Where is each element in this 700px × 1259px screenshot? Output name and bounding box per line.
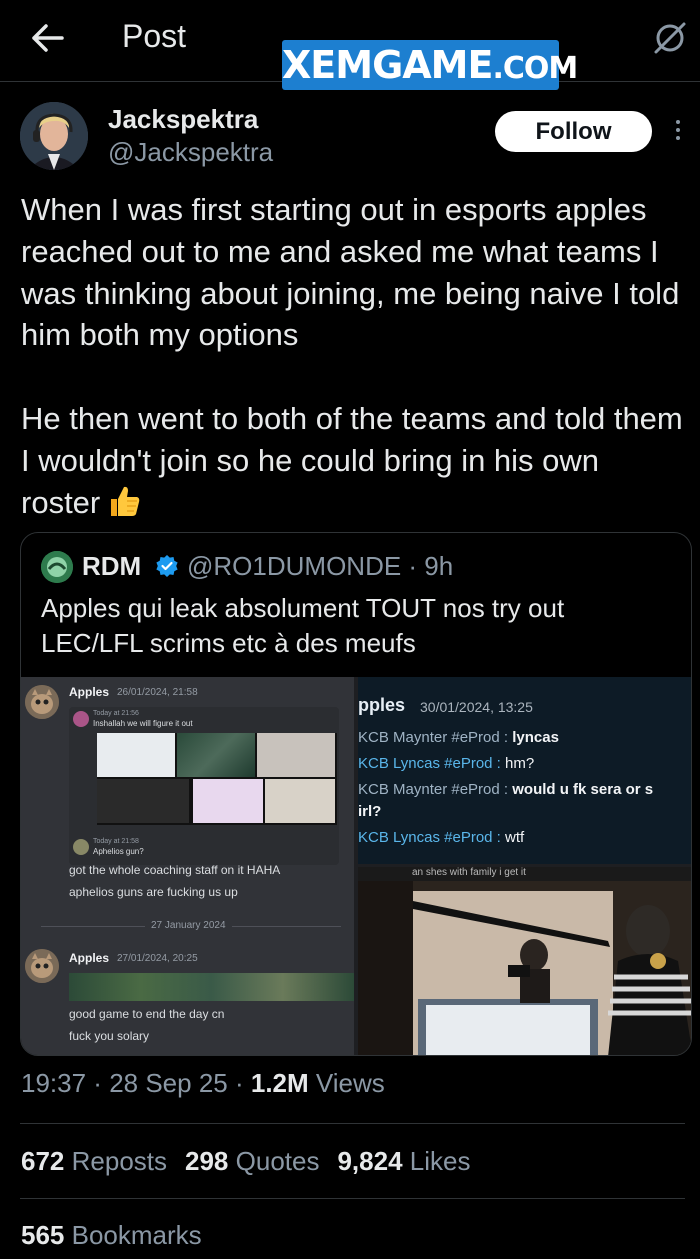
- post-text: When I was first starting out in esports…: [21, 189, 686, 523]
- discord-avatar: [25, 685, 59, 719]
- author-avatar[interactable]: [20, 102, 88, 170]
- discord-game-banner: [69, 973, 354, 1001]
- chat-date: 30/01/2024, 13:25: [420, 699, 533, 715]
- quote-handle-time: @RO1DUMONDE · 9h: [187, 551, 454, 581]
- author-display-name[interactable]: Jackspektra: [108, 104, 258, 135]
- embed-time-1: Today at 21:56: [93, 710, 139, 717]
- post-stats: 672 Reposts 298 Quotes 9,824 Likes: [21, 1146, 470, 1177]
- quote-media-grid[interactable]: Apples 26/01/2024, 21:58 Today at 21:56 …: [21, 677, 691, 1055]
- discord-msg-2b: fuck you solary: [69, 1029, 150, 1043]
- quotes-stat[interactable]: 298 Quotes: [185, 1146, 319, 1176]
- chat-line: KCB Lyncas #eProd : hm?: [358, 755, 535, 772]
- divider: [20, 1198, 685, 1199]
- embed-video-grid: [97, 733, 337, 825]
- embed-line-2: Aphelios gun?: [93, 847, 144, 856]
- media-discord-screenshot[interactable]: Apples 26/01/2024, 21:58 Today at 21:56 …: [21, 677, 354, 1055]
- quoted-post[interactable]: RDM @RO1DUMONDE · 9h Apples qui leak abs…: [20, 532, 692, 1056]
- back-arrow-icon[interactable]: [28, 20, 68, 56]
- top-bar: Post XEMGAME.COM: [0, 0, 700, 90]
- post-meta: 19:37 · 28 Sep 25 · 1.2M Views: [21, 1068, 385, 1098]
- divider: [20, 1123, 685, 1124]
- quote-author-name: RDM: [82, 551, 142, 581]
- verified-badge-icon: [155, 554, 179, 578]
- photo-caption: an shes with family i get it: [412, 867, 526, 878]
- discord-time-2: 27/01/2024, 20:25: [117, 953, 198, 964]
- page-title: Post: [122, 18, 187, 54]
- post-time: 19:37: [21, 1068, 87, 1098]
- discord-author-1: Apples: [69, 685, 110, 699]
- discord-author-2: Apples: [69, 951, 110, 965]
- discord-msg-1b: aphelios guns are fucking us up: [69, 885, 238, 899]
- chat-line: KCB Lyncas #eProd : wtf: [358, 829, 525, 846]
- chat-line: KCB Maynter #eProd : would u fk sera or …: [358, 781, 654, 798]
- quote-author-avatar[interactable]: [41, 551, 73, 583]
- discord-date-label: 27 January 2024: [145, 920, 232, 931]
- discord-time-1: 26/01/2024, 21:58: [117, 687, 198, 698]
- embed-avatar-2: [73, 839, 89, 855]
- discord-avatar-2: [25, 949, 59, 983]
- views-label: Views: [315, 1068, 385, 1098]
- chat-line: KCB Maynter #eProd : lyncas: [358, 729, 559, 746]
- media-photo[interactable]: an shes with family i get it: [358, 867, 691, 1055]
- embed-time-2: Today at 21:58: [93, 838, 139, 845]
- discord-embed: Today at 21:56 Inshallah we will figure …: [69, 707, 339, 865]
- bookmarks-stat[interactable]: 565 Bookmarks: [21, 1220, 202, 1251]
- thumbs-up-icon: [106, 483, 142, 519]
- photo-scene: [358, 881, 691, 1055]
- quote-text: Apples qui leak absolument TOUT nos try …: [41, 593, 565, 658]
- post-paragraph-2: He then went to both of the teams and to…: [21, 400, 683, 520]
- views-count: 1.2M: [250, 1068, 309, 1098]
- embed-avatar: [73, 711, 89, 727]
- reposts-stat[interactable]: 672 Reposts: [21, 1146, 167, 1176]
- discord-msg-2a: good game to end the day cn: [69, 1007, 225, 1021]
- media-chat-screenshot[interactable]: pples 30/01/2024, 13:25 KCB Maynter #ePr…: [358, 677, 691, 864]
- grok-icon[interactable]: [652, 20, 688, 56]
- embed-line-1: Inshallah we will figure it out: [93, 719, 193, 728]
- author-handle[interactable]: @Jackspektra: [108, 137, 273, 168]
- discord-msg-1a: got the whole coaching staff on it HAHA: [69, 863, 281, 877]
- post-date: 28 Sep 25: [109, 1068, 228, 1098]
- watermark-logo: XEMGAME.COM: [282, 40, 578, 90]
- chat-line: irl?: [358, 803, 382, 820]
- likes-stat[interactable]: 9,824 Likes: [337, 1146, 470, 1176]
- follow-button[interactable]: Follow: [495, 111, 652, 152]
- more-options-icon[interactable]: [668, 118, 688, 144]
- chat-author: pples: [358, 695, 406, 715]
- post-paragraph-1: When I was first starting out in esports…: [21, 192, 680, 353]
